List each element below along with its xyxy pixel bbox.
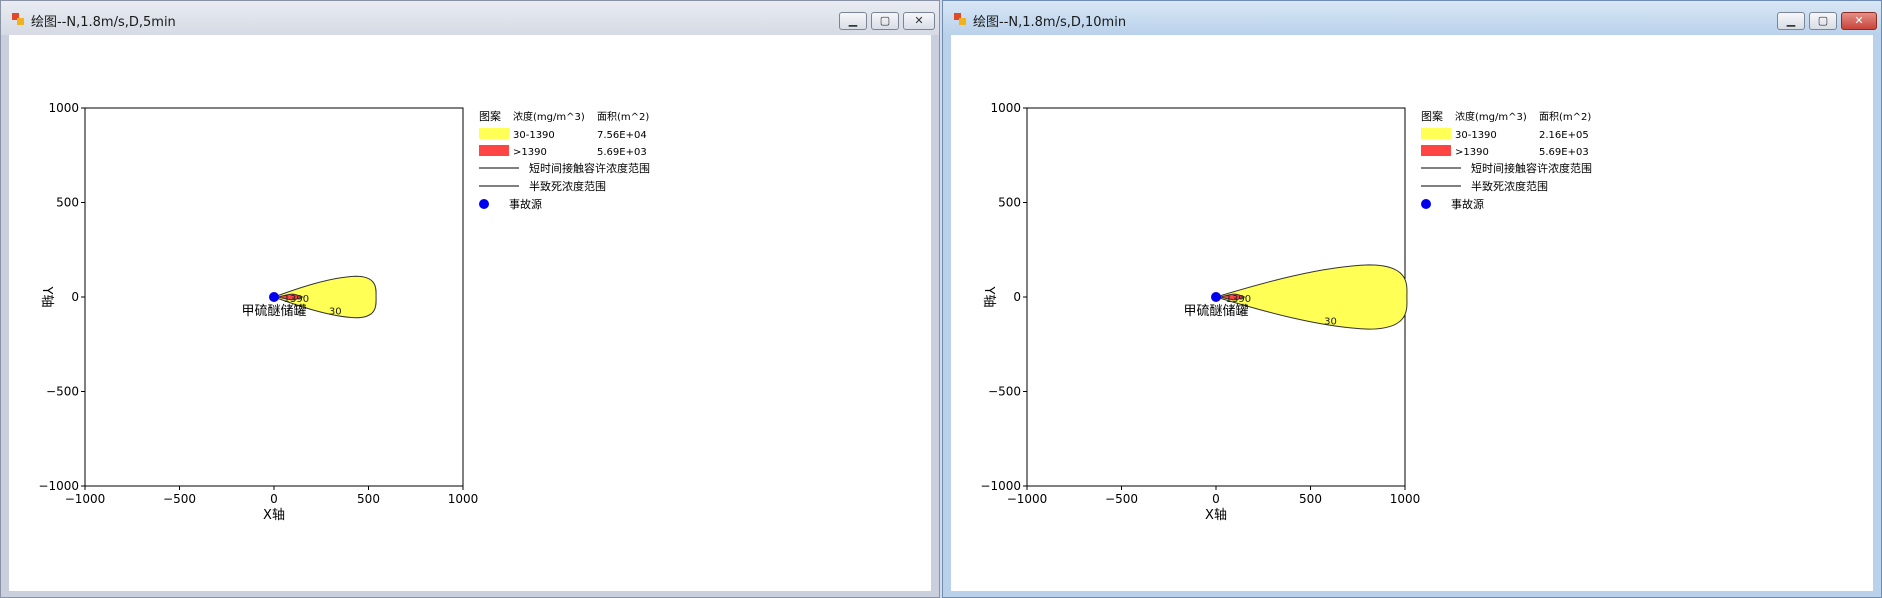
y-axis-label: Y轴 (39, 286, 54, 308)
source-label: 甲硫醚储罐 (1183, 304, 1248, 319)
legend-swatch (1421, 128, 1451, 139)
legend-source-marker (479, 199, 489, 209)
y-tick-label: 1000 (990, 101, 1021, 115)
x-tick-label: 0 (1212, 492, 1220, 506)
y-tick-label: 0 (71, 290, 79, 304)
x-tick-label: −500 (163, 492, 196, 506)
legend-line-label: 半致死浓度范围 (1471, 179, 1548, 193)
y-tick-label: 1000 (48, 101, 79, 115)
plot-area: −1000 −500 0 500 1000 1000 500 0 −500 −1000 X轴 Y轴 13… (951, 35, 1873, 591)
legend-header-concentration: 浓度(mg/m^3) (1455, 110, 1527, 123)
legend-area: 5.69E+03 (1539, 147, 1589, 158)
window-title: 绘图--N,1.8m/s,D,10min (973, 15, 1127, 30)
y-axis-label: Y轴 (981, 286, 996, 308)
x-tick-label: 500 (357, 492, 380, 506)
legend-source-label: 事故源 (1451, 197, 1484, 211)
contour-label-30: 30 (329, 307, 342, 318)
y-tick-label: 500 (56, 196, 79, 210)
x-axis-label: X轴 (1205, 508, 1227, 523)
legend-area: 7.56E+04 (597, 130, 647, 141)
y-tick-label: −1000 (38, 479, 79, 493)
source-label: 甲硫醚储罐 (241, 304, 306, 319)
x-tick-label: 500 (1299, 492, 1322, 506)
legend-header-pattern: 图案 (1421, 109, 1443, 123)
title-bar[interactable]: 绘图--N,1.8m/s,D,5min ▁ ▢ ✕ (1, 1, 939, 35)
x-tick-label: 1000 (448, 492, 479, 506)
plot-area: −1000 −500 0 500 1000 1000 500 0 −500 −1000 X轴 Y轴 13… (9, 35, 931, 591)
legend-range: >1390 (1455, 147, 1489, 158)
app-icon (954, 13, 966, 25)
legend-swatch (1421, 145, 1451, 156)
dispersion-chart: −1000 −500 0 500 100010005000−500−1000X轴Y轴 13… (980, 101, 1592, 523)
app-icon (12, 13, 24, 25)
legend-swatch (479, 128, 509, 139)
title-bar[interactable]: 绘图--N,1.8m/s,D,10min ▁ ▢ ✕ (943, 1, 1881, 35)
legend-line-label: 短时间接触容许浓度范围 (529, 161, 650, 175)
legend-range: 30-1390 (1455, 130, 1497, 141)
x-axis-label: X轴 (263, 508, 285, 523)
window-title: 绘图--N,1.8m/s,D,5min (31, 15, 176, 30)
legend-swatch (479, 145, 509, 156)
y-tick-label: 500 (998, 196, 1021, 210)
legend-area: 5.69E+03 (597, 147, 647, 158)
maximize-button[interactable]: ▢ (871, 12, 899, 30)
accident-source-marker (1211, 292, 1221, 302)
y-tick-label: −500 (988, 385, 1021, 399)
y-tick-label: −1000 (980, 479, 1021, 493)
legend-range: 30-1390 (513, 130, 555, 141)
plot-window-5min: 绘图--N,1.8m/s,D,5min ▁ ▢ ✕ −1000 −500 0 500 1… (0, 0, 940, 598)
legend-header-area: 面积(m^2) (1539, 111, 1591, 123)
legend-line-label: 短时间接触容许浓度范围 (1471, 161, 1592, 175)
x-tick-label: −1000 (1007, 492, 1048, 506)
maximize-button[interactable]: ▢ (1809, 12, 1837, 30)
y-tick-label: 0 (1013, 290, 1021, 304)
legend-source-label: 事故源 (509, 197, 542, 211)
close-button[interactable]: ✕ (1841, 12, 1877, 30)
y-tick-label: −500 (46, 385, 79, 399)
legend-area: 2.16E+05 (1539, 130, 1589, 141)
legend-source-marker (1421, 199, 1431, 209)
dispersion-chart: −1000 −500 0 500 100010005000−500−1000X轴Y轴 13… (38, 101, 650, 523)
contour-label-30: 30 (1324, 316, 1337, 327)
minimize-button[interactable]: ▁ (1777, 12, 1805, 30)
legend-range: >1390 (513, 147, 547, 158)
legend-line-label: 半致死浓度范围 (529, 179, 606, 193)
x-tick-label: 1000 (1390, 492, 1421, 506)
legend-header-concentration: 浓度(mg/m^3) (513, 110, 585, 123)
minimize-button[interactable]: ▁ (839, 12, 867, 30)
legend-header-area: 面积(m^2) (597, 111, 649, 123)
x-tick-label: −1000 (65, 492, 106, 506)
close-button[interactable]: ✕ (903, 12, 935, 30)
x-tick-label: −500 (1105, 492, 1138, 506)
accident-source-marker (269, 292, 279, 302)
x-tick-label: 0 (270, 492, 278, 506)
plot-window-10min: 绘图--N,1.8m/s,D,10min ▁ ▢ ✕ −1000 −500 0 500… (942, 0, 1882, 598)
legend-header-pattern: 图案 (479, 109, 501, 123)
